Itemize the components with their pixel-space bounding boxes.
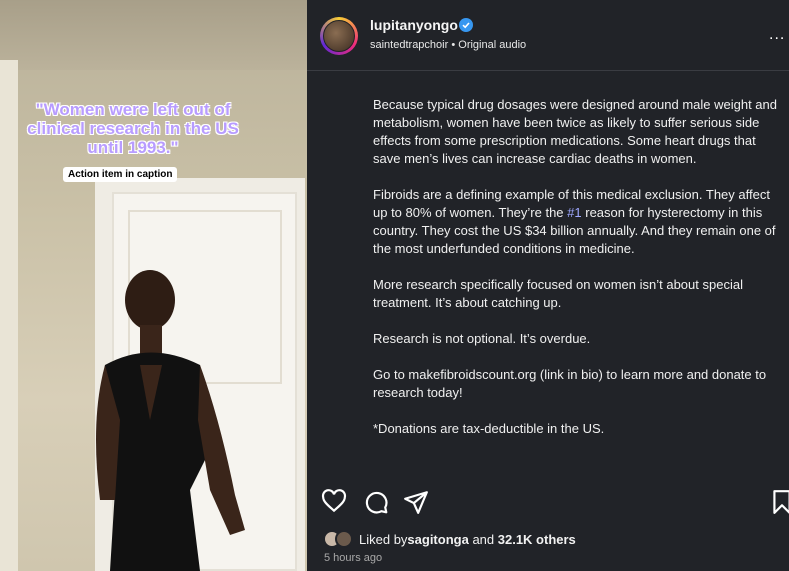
audio-label-link[interactable]: Original audio	[458, 39, 526, 51]
liker-avatar[interactable]	[335, 530, 353, 548]
post-viewer: "Women were left out of clinical researc…	[0, 0, 789, 571]
share-icon[interactable]	[403, 489, 429, 515]
caption-scroll-area[interactable]: Because typical drug dosages were design…	[373, 70, 777, 478]
caption-paragraph-fibroids: Fibroids are a defining example of this …	[373, 186, 777, 258]
caption-paragraph: Because typical drug dosages were design…	[373, 97, 777, 166]
video-ceiling	[0, 0, 307, 70]
caption-paragraph: Go to makefibroidscount.org (link in bio…	[373, 367, 767, 400]
caption-paragraph: More research specifically focused on wo…	[373, 277, 743, 310]
likes-prefix: Liked by	[359, 531, 408, 547]
video-wall-edge	[0, 60, 18, 571]
hashtag-link[interactable]: #1	[567, 205, 581, 220]
action-item-badge: Action item in caption	[63, 167, 178, 182]
video-caption-overlay: "Women were left out of clinical researc…	[27, 100, 239, 157]
person-figure	[96, 270, 245, 571]
likes-summary: Liked by sagitonga and 32.1K others	[323, 528, 576, 550]
reel-video[interactable]: "Women were left out of clinical researc…	[0, 0, 307, 571]
more-options-icon[interactable]: ...	[769, 26, 785, 44]
post-side-panel: lupitanyongo saintedtrapchoir • Original…	[307, 0, 789, 571]
post-header: lupitanyongo saintedtrapchoir • Original…	[307, 0, 789, 71]
comment-icon[interactable]	[363, 489, 389, 515]
post-timestamp[interactable]: 5 hours ago	[324, 552, 382, 564]
avatar-image	[323, 20, 355, 52]
bookmark-icon[interactable]	[769, 489, 789, 515]
liker-username-link[interactable]: sagitonga	[407, 532, 468, 547]
audio-owner-link[interactable]: saintedtrapchoir	[370, 39, 448, 51]
audio-line: saintedtrapchoir • Original audio	[370, 39, 526, 51]
profile-avatar[interactable]	[320, 17, 358, 55]
likes-count-link[interactable]: 32.1K others	[498, 532, 576, 547]
caption-paragraph: *Donations are tax-deductible in the US.	[373, 421, 605, 436]
likes-middle: and	[468, 531, 498, 547]
separator-dot: •	[451, 39, 456, 51]
verified-badge-icon	[459, 18, 473, 32]
username-link[interactable]: lupitanyongo	[370, 17, 458, 33]
action-bar	[307, 484, 789, 520]
heart-icon[interactable]	[321, 489, 347, 515]
caption-paragraph: Research is not optional. It’s overdue.	[373, 331, 591, 346]
